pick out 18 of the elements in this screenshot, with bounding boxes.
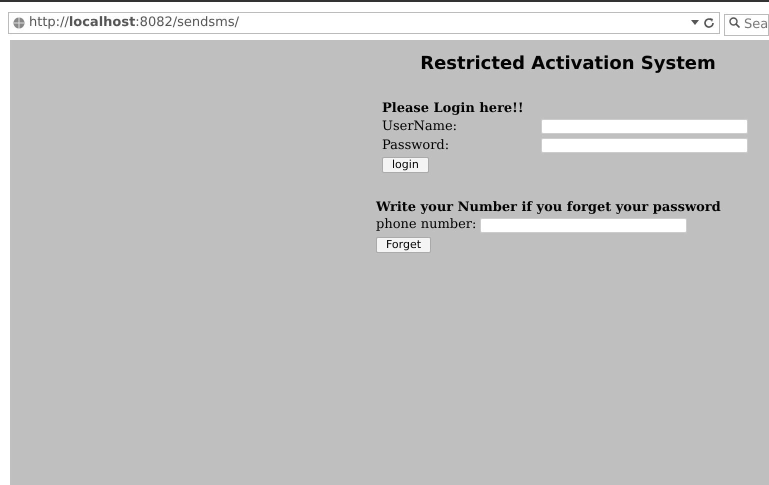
login-heading: Please Login here!! <box>382 101 525 117</box>
address-bar[interactable]: http://localhost:8082/sendsms/ <box>8 12 720 34</box>
page-title: Restricted Activation System <box>420 52 716 76</box>
url-text: http://localhost:8082/sendsms/ <box>29 14 239 32</box>
forget-button[interactable]: Forget <box>376 236 432 252</box>
phone-field[interactable] <box>480 218 688 232</box>
username-label: UserName: <box>382 118 458 136</box>
reload-icon[interactable] <box>703 17 715 29</box>
search-icon <box>729 17 740 28</box>
search-field[interactable]: Sea <box>724 14 769 36</box>
phone-label: phone number: <box>376 216 476 234</box>
login-button[interactable]: login <box>382 157 429 173</box>
forgot-heading: Write your Number if you forget your password <box>376 200 722 216</box>
dropdown-icon[interactable] <box>691 20 699 26</box>
username-field[interactable] <box>541 119 748 134</box>
password-field[interactable] <box>541 138 748 153</box>
password-label: Password: <box>382 136 450 155</box>
globe-icon <box>13 17 25 29</box>
